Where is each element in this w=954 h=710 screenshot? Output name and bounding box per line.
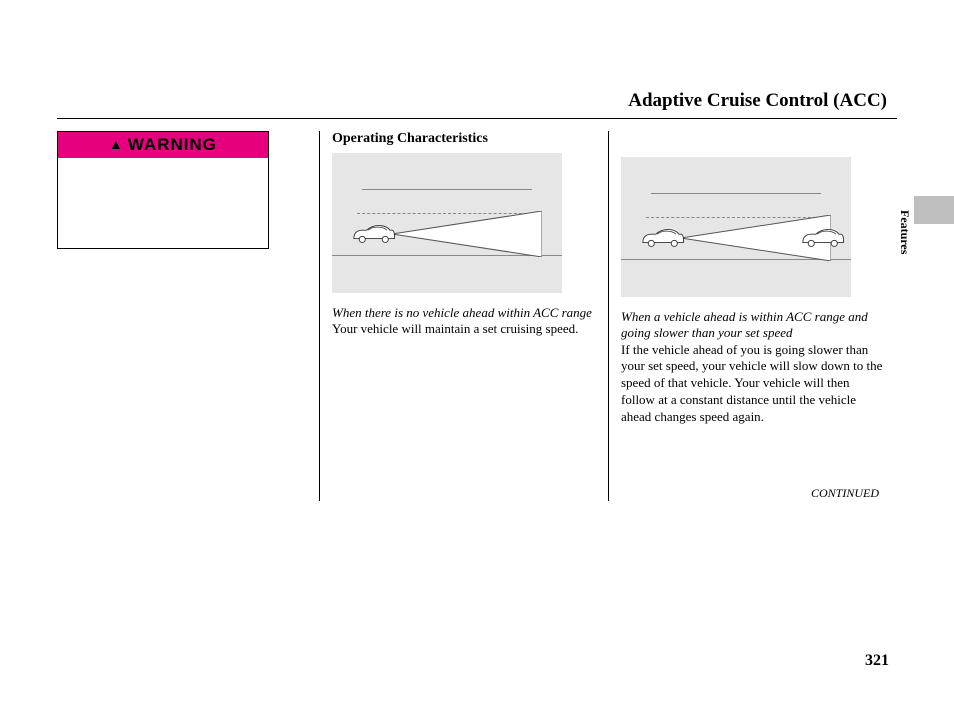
own-vehicle-icon [639, 227, 685, 249]
column-no-vehicle: Operating Characteristics When there is … [319, 131, 608, 501]
body-no-vehicle: Your vehicle will maintain a set cruisin… [332, 321, 596, 338]
manual-page: Adaptive Cruise Control (ACC) ▲WARNING O… [57, 0, 897, 501]
column-warning: ▲WARNING [57, 131, 319, 501]
caption-vehicle-ahead: When a vehicle ahead is within ACC range… [621, 309, 885, 342]
title-rule [57, 118, 897, 119]
lead-vehicle-icon [799, 227, 845, 249]
warning-box: ▲WARNING [57, 131, 269, 249]
warning-label: WARNING [128, 135, 217, 154]
page-title: Adaptive Cruise Control (ACC) [57, 90, 897, 118]
content-columns: ▲WARNING Operating Characteristics [57, 131, 897, 501]
diagram-vehicle-ahead [621, 157, 851, 297]
own-vehicle-icon [350, 223, 396, 245]
section-heading: Operating Characteristics [332, 131, 596, 147]
warning-body [58, 158, 268, 248]
page-number: 321 [865, 652, 889, 670]
continued-label: CONTINUED [621, 486, 885, 501]
side-tab [914, 196, 954, 224]
radar-cone-icon [392, 211, 542, 257]
side-section-label: Features [897, 210, 912, 254]
caption-no-vehicle: When there is no vehicle ahead within AC… [332, 305, 596, 321]
body-vehicle-ahead: If the vehicle ahead of you is going slo… [621, 342, 885, 426]
warning-header: ▲WARNING [58, 132, 268, 158]
diagram-no-vehicle-ahead [332, 153, 562, 293]
warning-triangle-icon: ▲ [109, 136, 124, 152]
column-vehicle-ahead: When a vehicle ahead is within ACC range… [608, 131, 897, 501]
